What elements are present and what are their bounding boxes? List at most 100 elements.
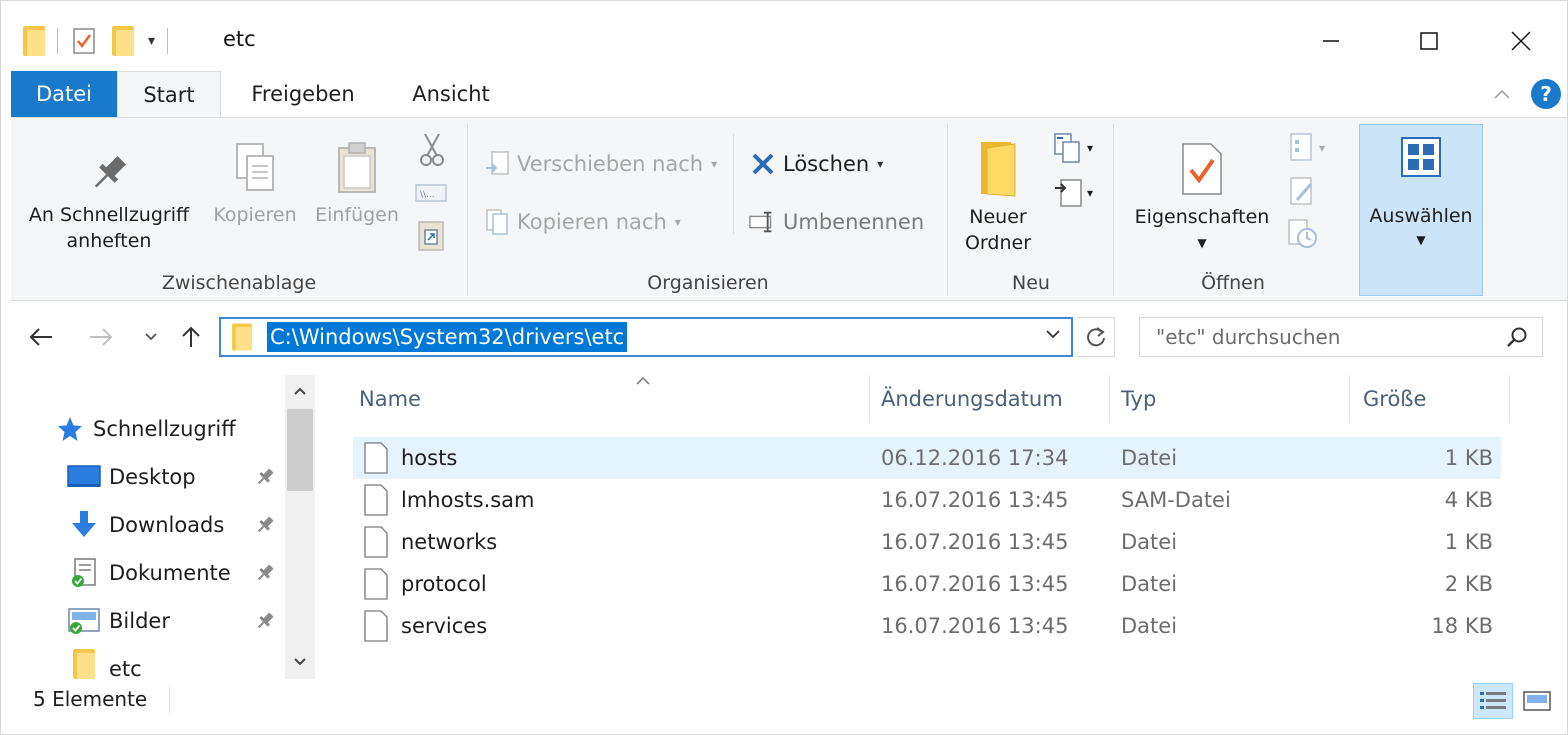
- rename-button[interactable]: Umbenennen: [749, 206, 924, 238]
- file-name: services: [401, 614, 488, 638]
- file-size: 4 KB: [1444, 488, 1493, 512]
- copy-button[interactable]: Kopieren: [205, 134, 305, 228]
- properties-icon: [1121, 134, 1283, 204]
- column-divider[interactable]: [869, 375, 870, 423]
- new-folder-qat-icon[interactable]: [112, 26, 134, 56]
- maximize-button[interactable]: [1407, 19, 1451, 63]
- dropdown-arrow-icon: ▾: [674, 215, 681, 229]
- clipboard-group-label: Zwischenablage: [161, 272, 317, 294]
- new-folder-icon: [953, 134, 1043, 204]
- paste-button[interactable]: Einfügen: [307, 134, 407, 228]
- nav-item-label: Schnellzugriff: [93, 417, 236, 441]
- nav-item-pictures[interactable]: Bilder: [67, 601, 170, 641]
- ribbon-separator: [467, 124, 468, 296]
- ribbon-tabs: Datei Start Freigeben Ansicht ?: [11, 71, 1567, 118]
- file-size: 1 KB: [1444, 530, 1493, 554]
- table-row[interactable]: networks 16.07.2016 13:45 Datei 1 KB: [353, 521, 1501, 563]
- back-button[interactable]: [25, 321, 57, 353]
- file-name: networks: [401, 530, 498, 554]
- chevron-down-icon[interactable]: [1045, 325, 1061, 344]
- delete-label: Löschen: [783, 152, 870, 176]
- table-row[interactable]: hosts 06.12.2016 17:34 Datei 1 KB: [353, 437, 1501, 479]
- recent-locations-button[interactable]: [135, 321, 167, 353]
- table-row[interactable]: services 16.07.2016 13:45 Datei 18 KB: [353, 605, 1501, 647]
- properties-qat-icon[interactable]: [70, 26, 98, 56]
- properties-label: Eigenschaften: [1134, 206, 1270, 228]
- cut-icon[interactable]: [417, 132, 447, 173]
- table-row[interactable]: lmhosts.sam 16.07.2016 13:45 SAM-Datei 4…: [353, 479, 1501, 521]
- search-input[interactable]: [1156, 325, 1486, 349]
- pin-icon[interactable]: [255, 563, 275, 588]
- file-icon: [364, 526, 388, 558]
- select-button[interactable]: Auswählen ▼: [1359, 124, 1483, 296]
- tab-datei[interactable]: Datei: [11, 71, 117, 117]
- nav-item-quick-access[interactable]: Schnellzugriff: [53, 409, 236, 449]
- column-divider[interactable]: [1349, 375, 1350, 423]
- table-row[interactable]: protocol 16.07.2016 13:45 Datei 2 KB: [353, 563, 1501, 605]
- nav-item-etc[interactable]: etc: [67, 649, 142, 679]
- up-button[interactable]: [175, 321, 207, 353]
- nav-item-label: Bilder: [109, 609, 170, 633]
- pin-label-line1: An Schnellzugriff: [28, 204, 190, 226]
- customize-qat-icon[interactable]: ▾: [148, 33, 155, 49]
- pin-icon[interactable]: [255, 467, 275, 492]
- column-header-date[interactable]: Änderungsdatum: [881, 375, 1107, 423]
- large-icons-view-button[interactable]: [1517, 683, 1557, 719]
- column-divider[interactable]: [1509, 375, 1510, 423]
- dropdown-arrow-icon: ▾: [711, 157, 718, 171]
- column-label: Name: [359, 387, 421, 411]
- paste-shortcut-icon[interactable]: [417, 218, 445, 257]
- column-header-name[interactable]: Name: [359, 375, 867, 423]
- details-view-button[interactable]: [1473, 683, 1513, 719]
- scrollbar-thumb[interactable]: [287, 409, 313, 491]
- edit-icon[interactable]: [1287, 176, 1317, 213]
- new-folder-button[interactable]: Neuer Ordner: [953, 134, 1043, 256]
- organize-group: Verschieben nach ▾ Kopieren nach ▾ Lösch…: [469, 118, 947, 300]
- minimize-button[interactable]: [1309, 19, 1353, 63]
- scroll-down-icon[interactable]: [285, 652, 315, 671]
- search-icon[interactable]: [1506, 326, 1528, 353]
- address-bar[interactable]: C:\Windows\System32\drivers\etc: [219, 317, 1073, 357]
- easy-access-icon[interactable]: ▾: [1053, 176, 1093, 210]
- pin-icon[interactable]: [255, 611, 275, 636]
- tab-ansicht[interactable]: Ansicht: [395, 71, 507, 117]
- copy-to-button[interactable]: Kopieren nach ▾: [483, 206, 681, 238]
- collapse-ribbon-icon[interactable]: [1491, 83, 1513, 105]
- copy-path-icon[interactable]: \\...: [415, 182, 447, 209]
- refresh-button[interactable]: [1077, 317, 1115, 357]
- help-button[interactable]: ?: [1531, 79, 1561, 109]
- history-icon[interactable]: [1287, 218, 1319, 255]
- new-folder-label-line1: Neuer: [969, 206, 1027, 228]
- tab-start[interactable]: Start: [117, 71, 221, 118]
- scroll-up-icon[interactable]: [285, 381, 315, 400]
- pin-icon[interactable]: [255, 515, 275, 540]
- open-icon[interactable]: ▾: [1287, 132, 1325, 164]
- new-item-icon[interactable]: ▾: [1053, 132, 1093, 164]
- properties-button[interactable]: Eigenschaften ▼: [1121, 134, 1283, 256]
- column-divider[interactable]: [1109, 375, 1110, 423]
- file-name: hosts: [401, 446, 458, 470]
- pin-quick-access-button[interactable]: An Schnellzugriff anheften: [19, 144, 199, 254]
- nav-item-label: Dokumente: [109, 561, 231, 585]
- sort-ascending-icon: [635, 371, 651, 390]
- nav-scrollbar[interactable]: [285, 375, 315, 679]
- nav-item-desktop[interactable]: Desktop: [67, 457, 196, 497]
- move-to-button[interactable]: Verschieben nach ▾: [483, 148, 717, 180]
- tab-freigeben[interactable]: Freigeben: [229, 71, 377, 117]
- dropdown-arrow-icon: ▾: [877, 157, 884, 171]
- clipboard-group: An Schnellzugriff anheften Kopieren Einf…: [11, 118, 467, 300]
- move-to-label: Verschieben nach: [517, 152, 704, 176]
- toolbar-separator: [167, 28, 169, 54]
- search-box[interactable]: [1139, 317, 1543, 357]
- nav-item-downloads[interactable]: Downloads: [67, 505, 224, 545]
- dropdown-arrow-icon: ▼: [1416, 233, 1426, 247]
- column-header-size[interactable]: Größe: [1363, 375, 1503, 423]
- address-path[interactable]: C:\Windows\System32\drivers\etc: [267, 322, 628, 352]
- delete-button[interactable]: Löschen ▾: [749, 148, 883, 180]
- column-header-type[interactable]: Typ: [1121, 375, 1347, 423]
- copy-icon: [205, 134, 305, 202]
- close-button[interactable]: [1499, 19, 1543, 63]
- nav-item-documents[interactable]: Dokumente: [67, 553, 231, 593]
- copy-label: Kopieren: [213, 204, 297, 226]
- forward-button[interactable]: [85, 321, 117, 353]
